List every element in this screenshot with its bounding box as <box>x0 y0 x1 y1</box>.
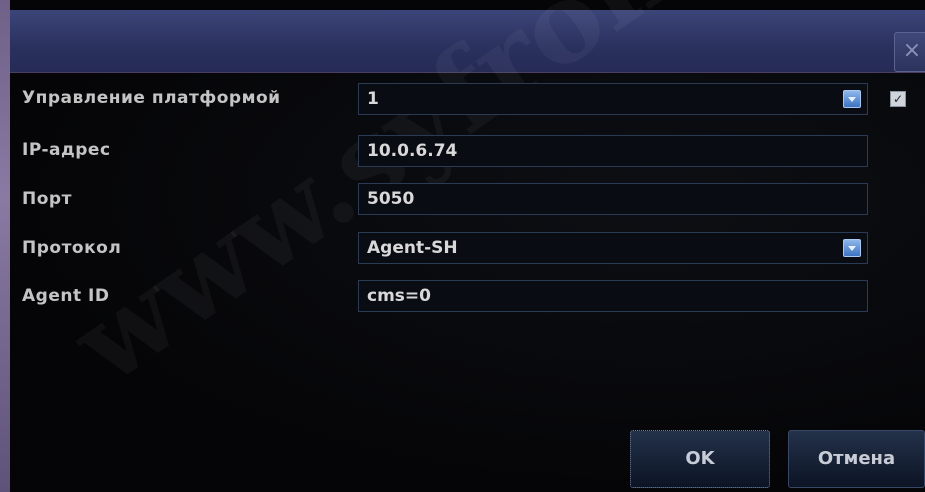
agent-id-label: Agent ID <box>22 286 110 306</box>
protocol-value: Agent-SH <box>367 238 458 258</box>
checkmark-icon: ✓ <box>892 92 904 106</box>
platform-value: 1 <box>367 89 379 109</box>
title-bar: × <box>10 10 925 73</box>
port-value: 5050 <box>367 189 415 209</box>
ip-label: IP-адрес <box>22 140 111 160</box>
cancel-button[interactable]: Отмена <box>788 430 925 488</box>
settings-panel: www.syfron.ru Управление платформой 1 ✓ … <box>10 0 925 492</box>
ip-value: 10.0.6.74 <box>367 141 458 161</box>
platform-enable-checkbox[interactable]: ✓ <box>890 91 906 107</box>
port-label: Порт <box>22 189 72 209</box>
platform-settings-dialog: × www.syfron.ru Управление платформой 1 … <box>0 0 925 492</box>
close-icon: × <box>902 38 922 63</box>
left-accent-bar <box>0 0 10 492</box>
platform-select[interactable]: 1 <box>358 83 868 115</box>
platform-label: Управление платформой <box>22 88 281 108</box>
agent-id-input[interactable]: cms=0 <box>358 280 868 312</box>
agent-id-value: cms=0 <box>367 286 431 306</box>
close-button[interactable]: × <box>894 32 925 72</box>
ip-input[interactable]: 10.0.6.74 <box>358 135 868 167</box>
protocol-label: Протокол <box>22 238 122 258</box>
port-input[interactable]: 5050 <box>358 183 868 215</box>
chevron-down-icon[interactable] <box>843 90 861 108</box>
ok-button[interactable]: OK <box>630 430 770 488</box>
chevron-down-icon[interactable] <box>843 239 861 257</box>
protocol-select[interactable]: Agent-SH <box>358 232 868 264</box>
